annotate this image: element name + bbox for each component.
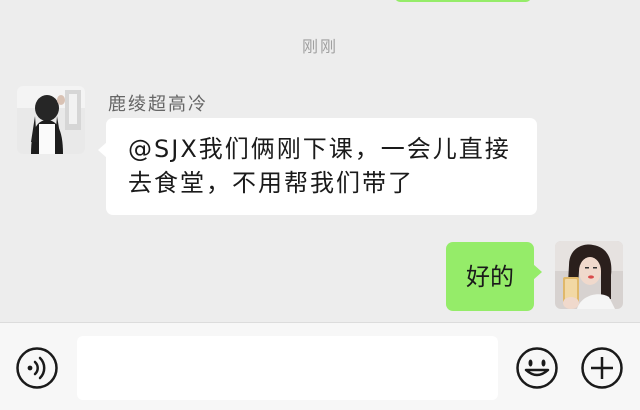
input-bar	[0, 322, 640, 410]
emoji-button[interactable]	[515, 346, 559, 390]
avatar-photo-girl-icon	[17, 86, 85, 154]
outgoing-message-bubble[interactable]: 好的	[446, 242, 542, 311]
chat-area[interactable]: 刚刚 鹿绫超高冷 @SJX我们俩刚下课，一会儿直接 去食堂，不用帮我们带了 好的	[0, 0, 640, 322]
voice-button[interactable]	[15, 346, 59, 390]
message-text-line: 去食堂，不用帮我们带了	[128, 169, 414, 197]
message-text: 好的	[466, 262, 514, 291]
avatar-photo-selfie-icon	[555, 241, 623, 309]
sender-name: 鹿绫超高冷	[108, 94, 208, 115]
sender-avatar[interactable]	[17, 86, 85, 154]
plus-icon	[581, 347, 623, 389]
previous-message-bubble[interactable]	[395, 0, 531, 2]
voice-icon	[16, 347, 58, 389]
message-timestamp: 刚刚	[301, 37, 338, 56]
message-input[interactable]	[77, 336, 498, 400]
message-text-line: @SJX我们俩刚下课，一会儿直接	[128, 135, 511, 163]
incoming-message-bubble[interactable]: @SJX我们俩刚下课，一会儿直接 去食堂，不用帮我们带了	[98, 118, 537, 215]
my-avatar[interactable]	[555, 241, 623, 309]
emoji-icon	[516, 347, 558, 389]
more-button[interactable]	[580, 346, 624, 390]
